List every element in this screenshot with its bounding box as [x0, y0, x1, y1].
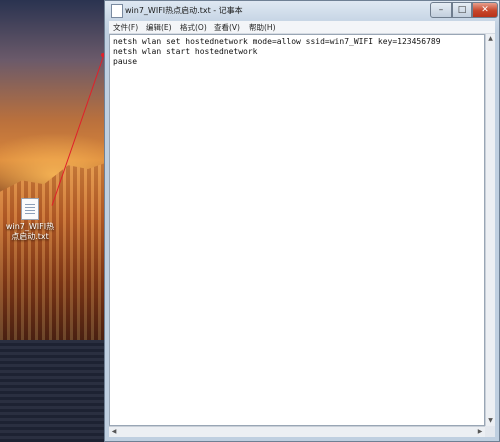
- text-editor[interactable]: netsh wlan set hostednetwork mode=allow …: [109, 34, 485, 426]
- wallpaper-sea: [0, 340, 110, 442]
- editor-line: netsh wlan set hostednetwork mode=allow …: [113, 37, 441, 46]
- notepad-window: win7_WIFI热点启动.txt - 记事本 – □ ✕ 文件(F) 编辑(E…: [104, 0, 500, 442]
- baidu-watermark: Bai 经验 jingyan.baidu.com: [370, 388, 490, 428]
- minimize-button[interactable]: –: [430, 2, 452, 18]
- text-file-icon: [21, 198, 39, 220]
- window-title: win7_WIFI热点启动.txt - 记事本: [125, 6, 243, 15]
- menu-view[interactable]: 查看(V): [214, 22, 240, 33]
- close-button[interactable]: ✕: [472, 2, 498, 18]
- watermark-brand-suffix: 经验: [419, 387, 460, 409]
- menu-file[interactable]: 文件(F): [113, 22, 138, 33]
- notepad-app-icon: [111, 4, 123, 18]
- menu-bar: 文件(F) 编辑(E) 格式(O) 查看(V) 帮助(H): [109, 21, 495, 34]
- scroll-right-icon[interactable]: ▶: [475, 427, 485, 437]
- editor-line: netsh wlan start hostednetwork: [113, 47, 258, 56]
- menu-format[interactable]: 格式(O): [180, 22, 207, 33]
- paw-icon: [402, 390, 419, 407]
- vertical-scrollbar[interactable]: ▲ ▼: [485, 34, 495, 426]
- maximize-button[interactable]: □: [452, 2, 472, 18]
- scroll-left-icon[interactable]: ◀: [109, 427, 119, 437]
- desktop-file-label: win7_WIFI热点启动.txt: [5, 222, 55, 241]
- watermark-brand: Bai: [370, 387, 402, 409]
- desktop-file-icon[interactable]: win7_WIFI热点启动.txt: [2, 198, 58, 242]
- menu-help[interactable]: 帮助(H): [249, 22, 276, 33]
- menu-edit[interactable]: 编辑(E): [146, 22, 172, 33]
- scroll-up-icon[interactable]: ▲: [486, 34, 495, 44]
- title-bar[interactable]: win7_WIFI热点启动.txt - 记事本 – □ ✕: [105, 1, 499, 20]
- watermark-url: jingyan.baidu.com: [370, 409, 435, 416]
- editor-line: pause: [113, 57, 138, 66]
